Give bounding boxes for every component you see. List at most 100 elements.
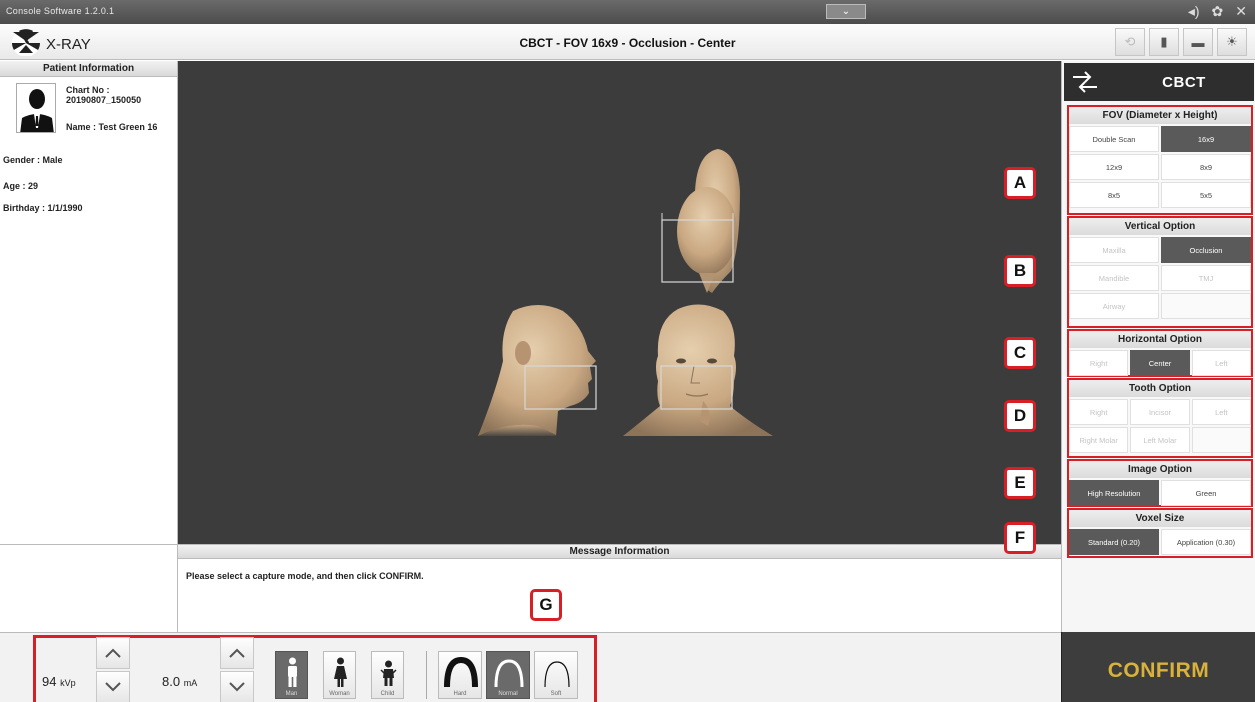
tooth-right[interactable]: Right xyxy=(1069,399,1129,425)
callout-e: E xyxy=(1004,467,1036,499)
image-section: Image Option High Resolution Green xyxy=(1067,459,1253,507)
tooth-title: Tooth Option xyxy=(1069,380,1251,397)
settings-icon[interactable]: ✿ xyxy=(1212,3,1224,20)
vertical-tmj[interactable]: TMJ xyxy=(1161,265,1251,291)
image-title: Image Option xyxy=(1069,461,1251,478)
patient-type-woman[interactable]: Woman xyxy=(323,651,356,699)
chart-no-value: 20190807_150050 xyxy=(66,95,142,105)
monitor-icon: ▬ xyxy=(1191,34,1205,50)
arch-hard[interactable]: Hard xyxy=(438,651,482,699)
fov-8x9[interactable]: 8x9 xyxy=(1161,154,1251,180)
message-left-blank xyxy=(0,544,178,632)
vertical-empty-slot xyxy=(1161,293,1251,319)
callout-f: F xyxy=(1004,522,1036,554)
radiation-logo-icon xyxy=(12,29,40,56)
vertical-title: Vertical Option xyxy=(1069,218,1251,235)
message-title: Message Information xyxy=(178,545,1061,559)
image-high-resolution[interactable]: High Resolution xyxy=(1069,480,1159,506)
exposure-bar: 94 kVp 8.0 mA Man Woman Child Hard Norma… xyxy=(0,632,1061,702)
arch-soft[interactable]: Soft xyxy=(534,651,578,699)
horizontal-section: Horizontal Option Right Center Left xyxy=(1067,329,1253,377)
fov-16x9[interactable]: 16x9 xyxy=(1161,126,1251,152)
person-icon xyxy=(20,89,54,132)
voxel-application[interactable]: Application (0.30) xyxy=(1161,529,1251,555)
arch-normal[interactable]: Normal xyxy=(486,651,530,699)
patient-type-child-label: Child xyxy=(380,691,395,697)
confirm-button[interactable]: CONFIRM xyxy=(1061,632,1255,702)
patient-birthday: Birthday : 1/1/1990 xyxy=(3,203,83,213)
vertical-mandible[interactable]: Mandible xyxy=(1069,265,1159,291)
kvp-display: 94 kVp xyxy=(42,674,76,689)
arch-normal-icon xyxy=(494,659,524,688)
voxel-standard[interactable]: Standard (0.20) xyxy=(1069,529,1159,555)
head-top-view xyxy=(661,149,740,293)
ma-unit: mA xyxy=(183,678,198,688)
title-bar: Console Software 1.2.0.1 ⌄ ◂) ✿ ✕ xyxy=(0,0,1255,24)
chart-no-label: Chart No : xyxy=(66,85,110,95)
swap-mode-icon[interactable] xyxy=(1070,69,1100,95)
header: X-RAY CBCT - FOV 16x9 - Occlusion - Cent… xyxy=(0,24,1255,60)
fov-title: FOV (Diameter x Height) xyxy=(1069,107,1251,124)
tooth-right-molar[interactable]: Right Molar xyxy=(1069,427,1129,453)
woman-icon xyxy=(334,657,347,687)
app-version: Console Software 1.2.0.1 xyxy=(6,6,115,16)
scan-preview-viewer[interactable] xyxy=(178,61,1061,544)
tooth-left-molar[interactable]: Left Molar xyxy=(1130,427,1190,453)
rotate-off-button[interactable]: ⟲ xyxy=(1115,28,1145,56)
kvp-value: 94 xyxy=(42,674,57,689)
horizontal-left[interactable]: Left xyxy=(1191,350,1251,376)
patient-type-man-label: Man xyxy=(285,691,298,697)
chevron-up-icon xyxy=(229,648,245,658)
chevron-down-icon: ⌄ xyxy=(841,6,851,17)
fov-8x5[interactable]: 8x5 xyxy=(1069,182,1159,208)
patient-age: Age : 29 xyxy=(3,181,39,191)
ma-display: 8.0 mA xyxy=(162,674,197,689)
vertical-section: Vertical Option Maxilla Occlusion Mandib… xyxy=(1067,216,1253,328)
patient-type-child[interactable]: Child xyxy=(371,651,404,699)
kvp-up-button[interactable] xyxy=(96,637,130,669)
callout-a: A xyxy=(1004,167,1036,199)
kvp-unit: kVp xyxy=(60,678,76,688)
kvp-down-button[interactable] xyxy=(96,671,130,702)
head-side-view xyxy=(478,305,597,436)
chevron-down-icon xyxy=(229,682,245,692)
ma-up-button[interactable] xyxy=(220,637,254,669)
ma-down-button[interactable] xyxy=(220,671,254,702)
patient-avatar xyxy=(16,83,56,133)
fov-section: FOV (Diameter x Height) Double Scan 16x9… xyxy=(1067,105,1253,215)
toolbar-handle[interactable]: ⌄ xyxy=(826,4,866,19)
mode-label: CBCT xyxy=(1162,74,1206,91)
fov-5x5[interactable]: 5x5 xyxy=(1161,182,1251,208)
horizontal-right[interactable]: Right xyxy=(1069,350,1129,376)
vertical-maxilla[interactable]: Maxilla xyxy=(1069,237,1159,263)
tooth-left[interactable]: Left xyxy=(1191,399,1251,425)
man-icon xyxy=(288,657,297,687)
patient-gender: Gender : Male xyxy=(3,155,63,165)
arch-soft-label: Soft xyxy=(550,691,562,697)
head-front-view xyxy=(623,304,773,436)
fov-double-scan[interactable]: Double Scan xyxy=(1069,126,1159,152)
monitor-button[interactable]: ▬ xyxy=(1183,28,1213,56)
volume-icon[interactable]: ◂) xyxy=(1188,3,1200,20)
patient-name: Name : Test Green 16 xyxy=(66,122,158,132)
callout-b: B xyxy=(1004,255,1036,287)
callout-c: C xyxy=(1004,337,1036,369)
vertical-occlusion[interactable]: Occlusion xyxy=(1161,237,1251,263)
rotate-icon: ⟲ xyxy=(1124,34,1136,49)
arch-normal-label: Normal xyxy=(498,691,518,697)
image-green[interactable]: Green xyxy=(1161,480,1251,506)
light-button[interactable]: ☀ xyxy=(1217,28,1247,56)
sensor-button[interactable]: ▮ xyxy=(1149,28,1179,56)
sensor-icon: ▮ xyxy=(1160,34,1168,49)
fov-12x9[interactable]: 12x9 xyxy=(1069,154,1159,180)
patient-type-man[interactable]: Man xyxy=(275,651,308,699)
close-icon[interactable]: ✕ xyxy=(1235,3,1247,20)
callout-g: G xyxy=(530,589,562,621)
callout-d: D xyxy=(1004,400,1036,432)
tooth-incisor[interactable]: Incisor xyxy=(1130,399,1190,425)
horizontal-center[interactable]: Center xyxy=(1130,350,1190,376)
vertical-airway[interactable]: Airway xyxy=(1069,293,1159,319)
horizontal-title: Horizontal Option xyxy=(1069,331,1251,348)
head-positioning-illustration xyxy=(478,149,773,436)
capture-options-panel: CBCT FOV (Diameter x Height) Double Scan… xyxy=(1061,61,1255,632)
